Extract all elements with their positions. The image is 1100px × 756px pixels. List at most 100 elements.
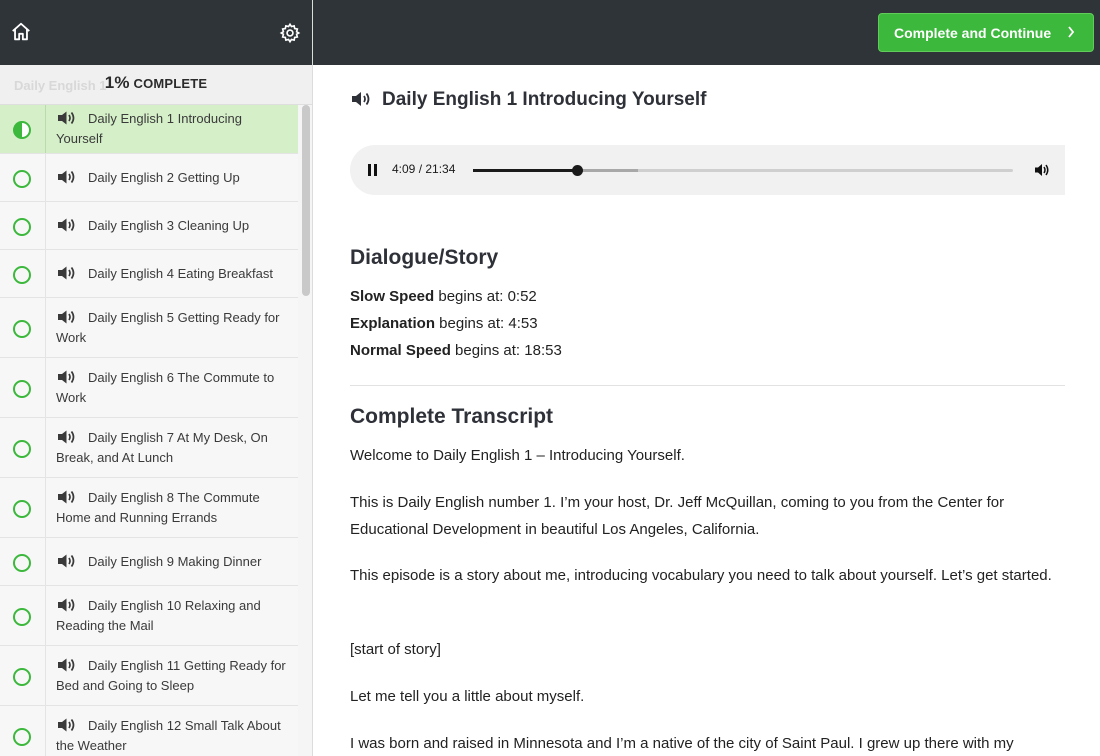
cta-label: Complete and Continue — [894, 24, 1052, 41]
lesson-text: Daily English 6 The Commute to Work — [46, 358, 298, 417]
transcript-paragraph: Welcome to Daily English 1 – Introducing… — [350, 447, 685, 464]
lesson-item[interactable]: Daily English 1 Introducing Yourself — [0, 105, 298, 154]
lesson-title: Daily English 5 Getting Ready for Work — [56, 309, 280, 345]
course-progress: Daily English 1 1% COMPLETE — [0, 65, 312, 105]
incomplete-circle-icon — [13, 667, 31, 686]
audio-icon — [58, 718, 75, 731]
lesson-status — [0, 358, 46, 417]
incomplete-circle-icon — [13, 319, 31, 338]
lesson-text: Daily English 7 At My Desk, On Break, an… — [46, 418, 298, 477]
incomplete-circle-icon — [13, 727, 31, 746]
audio-icon — [58, 111, 75, 125]
pause-bar-right — [374, 164, 377, 176]
half-complete-icon — [13, 121, 31, 139]
lesson-title: Daily English 12 Small Talk About the We… — [56, 717, 281, 753]
lesson-status — [0, 418, 46, 477]
transcript-paragraph: This episode is a story about me, introd… — [350, 567, 1052, 584]
slow-speed-text: begins at: 0:52 — [434, 288, 537, 305]
incomplete-circle-icon — [13, 439, 31, 458]
seek-bar[interactable] — [473, 165, 1013, 176]
volume-icon[interactable] — [1034, 162, 1050, 178]
lesson-status — [0, 478, 46, 537]
played-bar — [473, 169, 577, 172]
lesson-status — [0, 586, 46, 645]
transcript-paragraph: Let me tell you a little about myself. — [350, 688, 585, 705]
lesson-title: Daily English 10 Relaxing and Reading th… — [56, 597, 261, 633]
lesson-status — [0, 706, 46, 756]
lesson-title: Daily English 7 At My Desk, On Break, an… — [56, 429, 268, 465]
lesson-status — [0, 250, 46, 297]
seek-handle[interactable] — [571, 165, 583, 176]
slow-speed-label: Slow Speed — [350, 288, 435, 305]
lesson-item[interactable]: Daily English 9 Making Dinner — [0, 538, 298, 586]
audio-icon — [58, 170, 75, 183]
lesson-text: Daily English 1 Introducing Yourself — [46, 105, 298, 153]
lesson-item[interactable]: Daily English 3 Cleaning Up — [0, 202, 298, 250]
audio-player: 4:09 / 21:34 — [350, 145, 1065, 195]
incomplete-circle-icon — [13, 379, 31, 398]
lesson-status — [0, 538, 46, 585]
home-icon[interactable] — [10, 21, 32, 43]
progress-complete-label: COMPLETE — [133, 76, 208, 91]
slow-speed-line: Slow Speed begins at: 0:52 — [350, 288, 537, 305]
lesson-item[interactable]: Daily English 2 Getting Up — [0, 154, 298, 202]
audio-icon — [58, 598, 75, 611]
audio-icon — [58, 370, 75, 383]
incomplete-circle-icon — [13, 217, 31, 236]
audio-icon — [58, 430, 75, 443]
course-sidebar: Daily English 1 1% COMPLETE Daily Englis… — [0, 0, 313, 756]
lesson-title: Daily English 11 Getting Ready for Bed a… — [56, 657, 286, 693]
audio-icon — [58, 266, 75, 279]
time-display: 4:09 / 21:34 — [392, 162, 456, 176]
transcript-paragraph: This is Daily English number 1. I’m your… — [350, 494, 1005, 538]
audio-icon — [352, 92, 370, 106]
lesson-item[interactable]: Daily English 11 Getting Ready for Bed a… — [0, 646, 298, 706]
lesson-title: Daily English 8 The Commute Home and Run… — [56, 489, 260, 525]
lesson-item[interactable]: Daily English 10 Relaxing and Reading th… — [0, 586, 298, 646]
audio-icon — [58, 218, 75, 231]
incomplete-circle-icon — [13, 499, 31, 518]
pause-button[interactable] — [368, 164, 378, 176]
explanation-label: Explanation — [350, 315, 436, 332]
transcript-paragraph: [start of story] — [350, 641, 441, 658]
audio-icon — [58, 554, 75, 567]
progress-label: 1% COMPLETE — [0, 73, 312, 93]
lesson-text: Daily English 2 Getting Up — [46, 154, 250, 201]
lesson-item[interactable]: Daily English 12 Small Talk About the We… — [0, 706, 298, 756]
complete-and-continue-button[interactable]: Complete and Continue — [878, 13, 1094, 52]
lesson-status — [0, 154, 46, 201]
lesson-text: Daily English 4 Eating Breakfast — [46, 250, 283, 297]
lecture-title: Daily English 1 Introducing Yourself — [350, 89, 706, 111]
lesson-text: Daily English 12 Small Talk About the We… — [46, 706, 298, 756]
lesson-title: Daily English 9 Making Dinner — [88, 553, 262, 569]
gear-icon[interactable] — [279, 22, 301, 44]
lesson-text: Daily English 11 Getting Ready for Bed a… — [46, 646, 298, 705]
normal-speed-label: Normal Speed — [350, 342, 451, 359]
lesson-item[interactable]: Daily English 8 The Commute Home and Run… — [0, 478, 298, 538]
progress-percent: 1% — [104, 73, 130, 92]
lesson-status — [0, 202, 46, 249]
lesson-text: Daily English 3 Cleaning Up — [46, 202, 259, 249]
lesson-title: Daily English 1 Introducing Yourself — [56, 111, 242, 146]
audio-icon — [58, 658, 75, 671]
lesson-status — [0, 646, 46, 705]
pause-bar-left — [368, 164, 371, 176]
lesson-title: Daily English 6 The Commute to Work — [56, 369, 275, 405]
incomplete-circle-icon — [13, 553, 31, 572]
dialogue-heading: Dialogue/Story — [350, 246, 499, 269]
lesson-title: Daily English 3 Cleaning Up — [88, 217, 250, 233]
lecture-title-text: Daily English 1 Introducing Yourself — [382, 89, 707, 110]
lesson-text: Daily English 8 The Commute Home and Run… — [46, 478, 298, 537]
lesson-item[interactable]: Daily English 4 Eating Breakfast — [0, 250, 298, 298]
incomplete-circle-icon — [13, 265, 31, 284]
lesson-item[interactable]: Daily English 5 Getting Ready for Work — [0, 298, 298, 358]
sidebar-header — [0, 0, 312, 65]
audio-icon — [58, 310, 75, 323]
explanation-line: Explanation begins at: 4:53 — [350, 315, 538, 332]
lesson-text: Daily English 5 Getting Ready for Work — [46, 298, 298, 357]
normal-speed-text: begins at: 18:53 — [450, 342, 562, 359]
lesson-item[interactable]: Daily English 7 At My Desk, On Break, an… — [0, 418, 298, 478]
sidebar-scrollbar[interactable] — [302, 105, 310, 296]
lesson-item[interactable]: Daily English 6 The Commute to Work — [0, 358, 298, 418]
normal-speed-line: Normal Speed begins at: 18:53 — [350, 342, 562, 359]
